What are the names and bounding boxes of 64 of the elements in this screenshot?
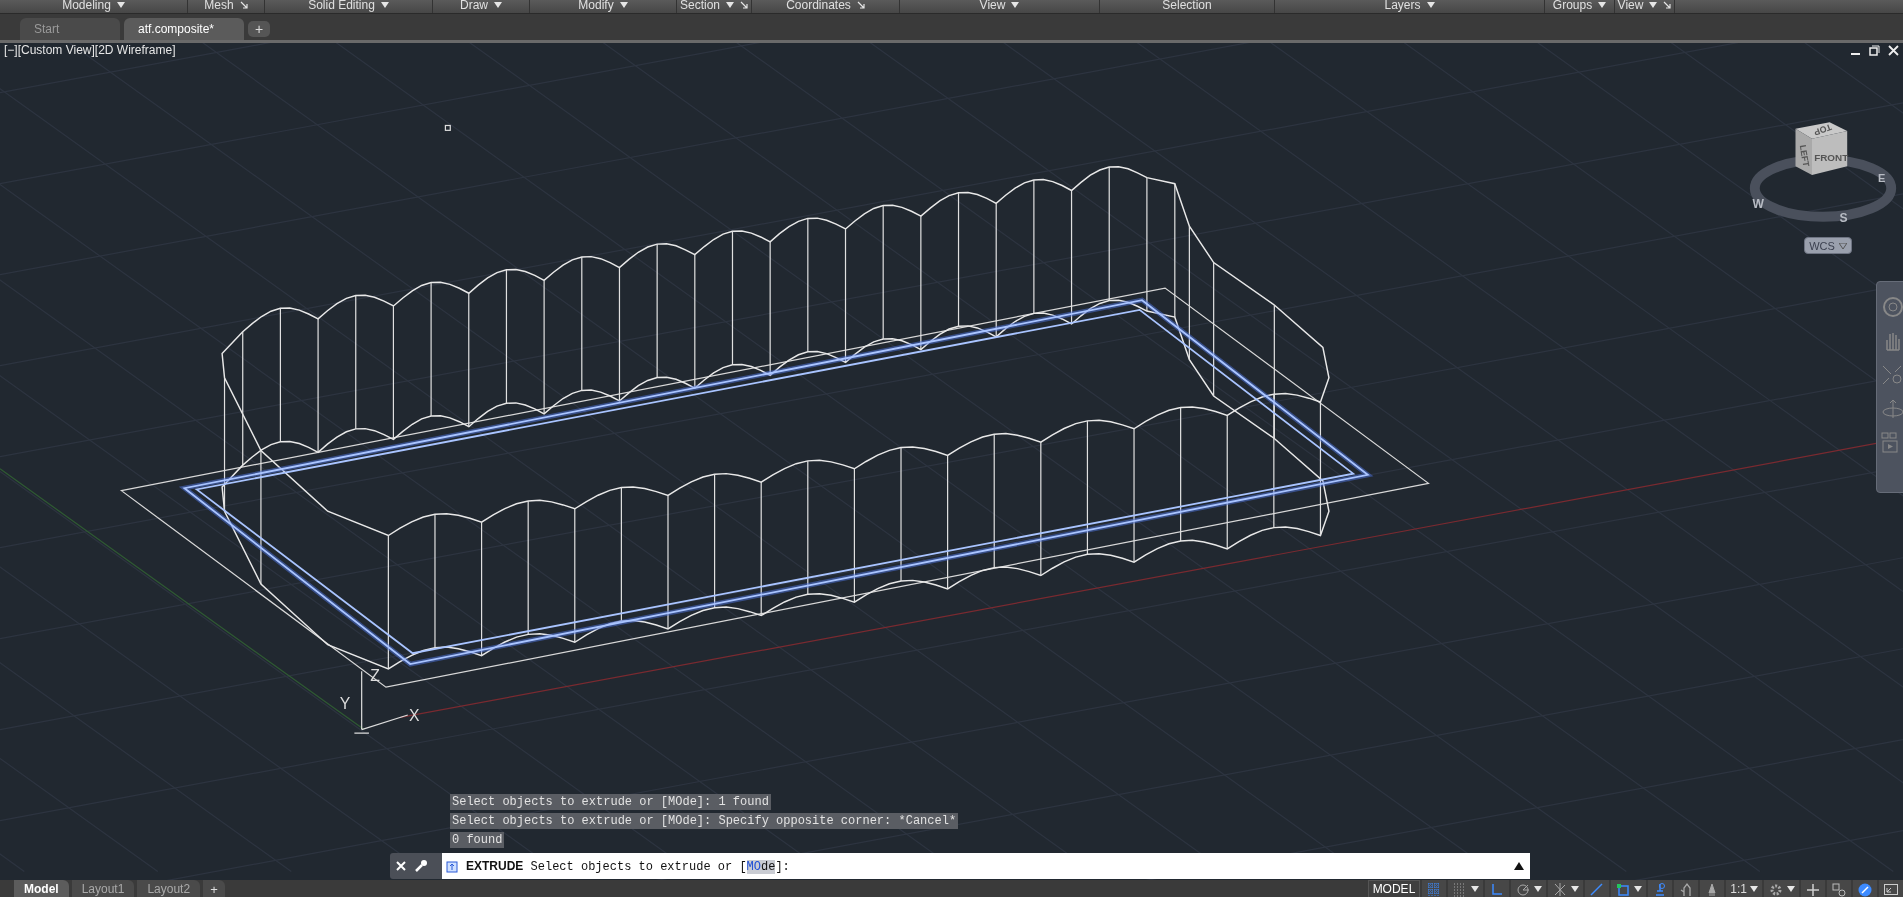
ucs-menu-button[interactable]: WCS — [1804, 237, 1852, 254]
panel-title: Mesh — [204, 0, 234, 11]
compass-label[interactable]: S — [1839, 211, 1848, 226]
caret-icon[interactable] — [494, 1, 502, 8]
caret-icon[interactable] — [380, 1, 389, 8]
restore-icon[interactable] — [1869, 45, 1880, 56]
hardware-acceleration-icon[interactable] — [1857, 881, 1873, 897]
caret-icon[interactable] — [116, 1, 125, 8]
axis-label: Y — [339, 694, 351, 712]
panel-title: Groups — [1552, 0, 1593, 11]
view-cube-drawing[interactable] — [1795, 122, 1848, 175]
layout-tab[interactable]: Layout2 — [137, 880, 201, 897]
launcher-icon[interactable] — [239, 0, 248, 9]
new-tab-button[interactable]: + — [248, 21, 270, 37]
caret-icon[interactable] — [1598, 1, 1607, 8]
caret-icon[interactable] — [619, 1, 628, 8]
close-icon[interactable] — [1888, 45, 1899, 56]
launcher-icon[interactable] — [856, 0, 865, 9]
caret-icon[interactable] — [1750, 886, 1758, 892]
compass-label[interactable]: W — [1752, 197, 1764, 211]
panel-title: Coordinates — [786, 0, 851, 11]
object-snap-icon[interactable] — [1615, 881, 1632, 897]
caret-icon[interactable] — [1534, 886, 1543, 892]
annotation-scale-button[interactable]: 1:1 — [1726, 880, 1762, 897]
isolate-objects-icon[interactable] — [1831, 881, 1847, 897]
panel-title: Solid Editing — [308, 0, 375, 11]
caret-icon[interactable] — [1571, 886, 1580, 892]
compass-label[interactable]: E — [1878, 171, 1886, 184]
caret-icon[interactable] — [1426, 1, 1435, 8]
ucs-icon — [353, 670, 409, 734]
close-icon[interactable] — [394, 859, 408, 873]
file-tab[interactable]: Start — [20, 18, 120, 40]
pickbox-icon — [444, 124, 451, 131]
panel-title: Modeling — [62, 0, 111, 11]
command-prompt: EXTRUDE Select objects to extrude or [MOde]: — [466, 858, 790, 874]
panel-title: Modify — [578, 0, 614, 11]
caret-icon[interactable] — [1634, 886, 1643, 892]
tracking-icon[interactable] — [1589, 881, 1606, 897]
viewport-controls-label[interactable]: [−][Custom View][2D Wireframe] — [4, 43, 176, 57]
panel-title: Draw — [460, 0, 488, 11]
command-line-field[interactable]: EXTRUDE Select objects to extrude or [MOde]: — [442, 853, 1530, 879]
caret-icon[interactable] — [1471, 886, 1480, 892]
panel-title: Selection — [1162, 0, 1212, 11]
layout-tab[interactable]: Layout1 — [71, 880, 135, 897]
caret-icon[interactable] — [1649, 1, 1658, 8]
panel-title: Section — [680, 0, 720, 11]
fullscreen-icon[interactable] — [1883, 881, 1899, 897]
launcher-icon[interactable] — [740, 0, 748, 9]
caret-icon[interactable] — [1011, 1, 1020, 8]
layout-tab[interactable]: Model — [14, 880, 69, 897]
panel-title: Layers — [1384, 0, 1421, 11]
new-layout-button[interactable]: + — [203, 880, 226, 897]
polar-icon[interactable] — [1515, 881, 1532, 897]
plus-icon[interactable] — [1805, 881, 1821, 897]
axis-label: X — [409, 707, 420, 725]
panel-title: View — [1617, 0, 1644, 11]
model-space-button[interactable]: MODEL — [1367, 880, 1421, 897]
extrude-command-icon — [446, 859, 460, 873]
caret-icon[interactable] — [726, 1, 734, 8]
file-tab[interactable]: atf.composite* — [124, 18, 244, 40]
caret-icon[interactable] — [1787, 886, 1795, 892]
history-arrow-icon[interactable] — [1514, 862, 1524, 870]
launcher-icon[interactable] — [1663, 0, 1672, 9]
panel-title: View — [979, 0, 1006, 11]
